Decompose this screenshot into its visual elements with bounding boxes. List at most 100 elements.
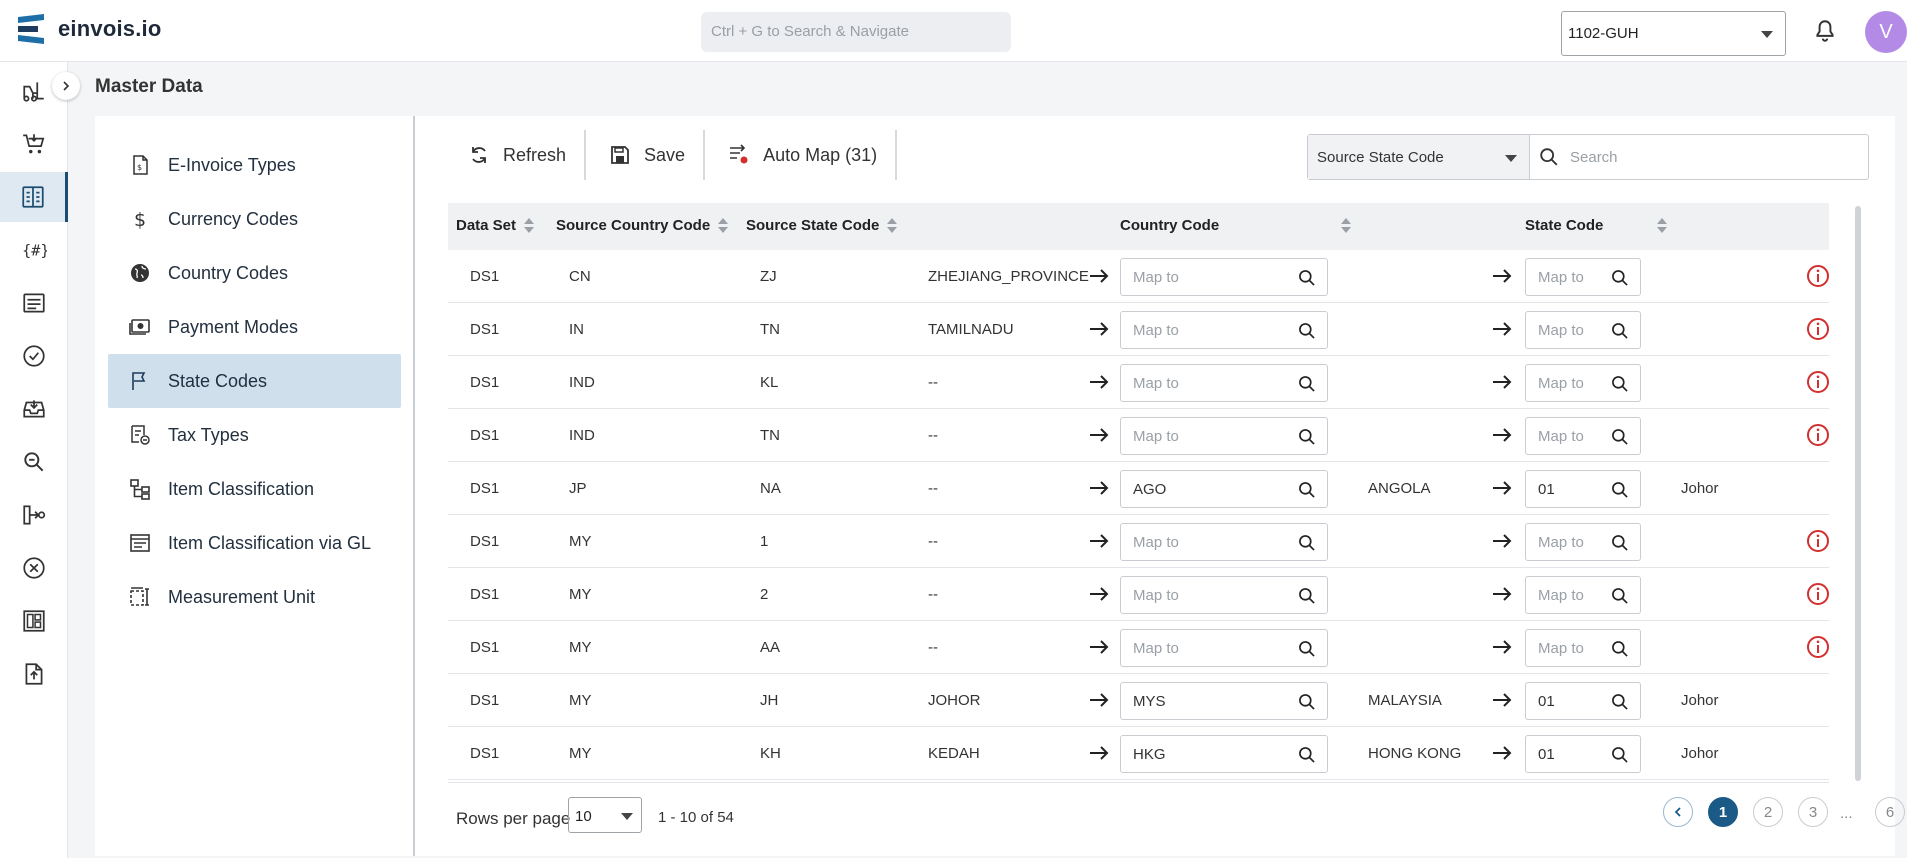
col-label: Country Code <box>1120 217 1220 234</box>
map-value: Map to <box>1538 269 1584 286</box>
map-value: 01 <box>1538 746 1555 763</box>
sort-icon[interactable] <box>718 217 729 234</box>
page-button-3[interactable]: 3 <box>1798 797 1828 827</box>
auto-map-button[interactable]: Auto Map (31) <box>705 130 898 180</box>
state-code-map-input[interactable]: 01 <box>1525 470 1641 508</box>
menu-item-measurement-unit[interactable]: Measurement Unit <box>108 570 401 624</box>
rail-master-data-icon[interactable] <box>0 172 68 222</box>
country-code-map-input[interactable]: Map to <box>1120 364 1328 402</box>
menu-item-item-classification[interactable]: Item Classification <box>108 462 401 516</box>
col-source-state-code[interactable]: Source State Code <box>746 217 898 234</box>
state-code-map-input[interactable]: Map to <box>1525 629 1641 667</box>
menu-item-e-invoice-types[interactable]: $ E-Invoice Types <box>108 138 401 192</box>
menu-item-currency-codes[interactable]: $ Currency Codes <box>108 192 401 246</box>
bell-icon[interactable] <box>1812 18 1838 44</box>
rail-search-doc-icon[interactable] <box>0 437 68 487</box>
svg-text:$: $ <box>134 209 146 231</box>
warning-info-icon[interactable] <box>1806 264 1830 288</box>
menu-item-state-codes[interactable]: State Codes <box>108 354 401 408</box>
country-code-map-input[interactable]: Map to <box>1120 311 1328 349</box>
brand-logo[interactable]: einvois.io <box>18 14 161 44</box>
state-code-map-input[interactable]: 01 <box>1525 735 1641 773</box>
page-button-2[interactable]: 2 <box>1753 797 1783 827</box>
table-body: DS1 CN ZJ ZHEJIANG_PROVINCE Map to Map to DS1 I… <box>448 250 1829 780</box>
country-code-map-input[interactable]: HKG <box>1120 735 1328 773</box>
state-code-map-input[interactable]: Map to <box>1525 311 1641 349</box>
rail-dashboard-icon[interactable] <box>0 596 68 646</box>
arrow-right-icon <box>1491 743 1513 763</box>
state-code-map-input[interactable]: Map to <box>1525 364 1641 402</box>
cell-source-state-name: -- <box>928 427 938 444</box>
warning-info-icon[interactable] <box>1806 370 1830 394</box>
rail-document-icon[interactable] <box>0 278 68 328</box>
state-code-map-input[interactable]: Map to <box>1525 258 1641 296</box>
rail-inbox-icon[interactable] <box>0 384 68 434</box>
table-search-input[interactable]: Search <box>1530 135 1868 179</box>
cell-source-state-name: JOHOR <box>928 692 981 709</box>
col-source-country-code[interactable]: Source Country Code <box>556 217 729 234</box>
sort-icon[interactable] <box>887 217 898 234</box>
map-value: MYS <box>1133 693 1166 710</box>
map-value: Map to <box>1133 534 1179 551</box>
table-scrollbar[interactable] <box>1855 206 1861 781</box>
page-button-1[interactable]: 1 <box>1708 797 1738 827</box>
state-code-map-input[interactable]: Map to <box>1525 523 1641 561</box>
state-code-map-input[interactable]: Map to <box>1525 576 1641 614</box>
filter-field-select[interactable]: Source State Code <box>1308 135 1530 179</box>
warning-info-icon[interactable] <box>1806 317 1830 341</box>
rail-cancel-icon[interactable] <box>0 543 68 593</box>
menu-item-tax-types[interactable]: Tax Types <box>108 408 401 462</box>
rail-flow-icon[interactable] <box>0 490 68 540</box>
top-bar: einvois.io Ctrl + G to Search & Navigate… <box>0 0 1907 62</box>
global-search-input[interactable]: Ctrl + G to Search & Navigate <box>701 12 1011 52</box>
company-select[interactable]: 1102-GUH <box>1561 11 1786 56</box>
rows-per-page-select[interactable]: 10 <box>568 797 642 833</box>
save-button[interactable]: Save <box>586 130 706 180</box>
col-country-code[interactable]: Country Code <box>1120 217 1219 234</box>
country-code-map-input[interactable]: Map to <box>1120 576 1328 614</box>
tax-icon <box>131 425 150 445</box>
rail-upload-icon[interactable] <box>0 649 68 699</box>
col-state-code[interactable]: State Code <box>1525 217 1603 234</box>
sort-icon[interactable] <box>1341 218 1351 234</box>
warning-info-icon[interactable] <box>1806 635 1830 659</box>
search-icon <box>1612 641 1628 657</box>
state-code-map-input[interactable]: Map to <box>1525 417 1641 455</box>
warning-info-icon[interactable] <box>1806 582 1830 606</box>
dollar-icon: $ <box>134 209 146 231</box>
menu-item-payment-modes[interactable]: Payment Modes <box>108 300 401 354</box>
chevron-down-icon <box>1505 155 1517 162</box>
state-code-map-input[interactable]: 01 <box>1525 682 1641 720</box>
rail-cart-icon[interactable] <box>0 119 68 169</box>
country-code-map-input[interactable]: Map to <box>1120 258 1328 296</box>
col-data-set[interactable]: Data Set <box>456 217 535 234</box>
country-code-map-input[interactable]: AGO <box>1120 470 1328 508</box>
rail-check-circle-icon[interactable] <box>0 331 68 381</box>
page-button-6[interactable]: 6 <box>1875 797 1905 827</box>
sort-icon[interactable] <box>524 217 535 234</box>
rows-per-page-value: 10 <box>575 808 592 825</box>
menu-item-country-codes[interactable]: Country Codes <box>108 246 401 300</box>
user-avatar[interactable]: V <box>1865 11 1907 53</box>
cell-data-set: DS1 <box>470 533 500 550</box>
cell-source-country: CN <box>569 268 591 285</box>
cell-data-set: DS1 <box>470 692 500 709</box>
warning-info-icon[interactable] <box>1806 423 1830 447</box>
expand-sidebar-button[interactable] <box>52 72 80 100</box>
rail-code-icon[interactable]: {#} <box>0 225 68 275</box>
country-code-map-input[interactable]: Map to <box>1120 523 1328 561</box>
sort-icon[interactable] <box>1657 218 1667 234</box>
cell-source-country: MY <box>569 533 592 550</box>
menu-item-label: Measurement Unit <box>168 586 316 607</box>
refresh-button[interactable]: Refresh <box>455 130 587 180</box>
country-code-map-input[interactable]: MYS <box>1120 682 1328 720</box>
menu-item-item-classification-gl[interactable]: Item Classification via GL <box>108 516 401 570</box>
menu-item-label: Payment Modes <box>168 316 299 337</box>
arrow-right-icon <box>1088 319 1110 339</box>
warning-info-icon[interactable] <box>1806 529 1830 553</box>
country-code-map-input[interactable]: Map to <box>1120 417 1328 455</box>
cell-source-country: MY <box>569 745 592 762</box>
search-icon <box>1612 429 1628 445</box>
country-code-map-input[interactable]: Map to <box>1120 629 1328 667</box>
prev-page-button[interactable] <box>1663 797 1693 827</box>
